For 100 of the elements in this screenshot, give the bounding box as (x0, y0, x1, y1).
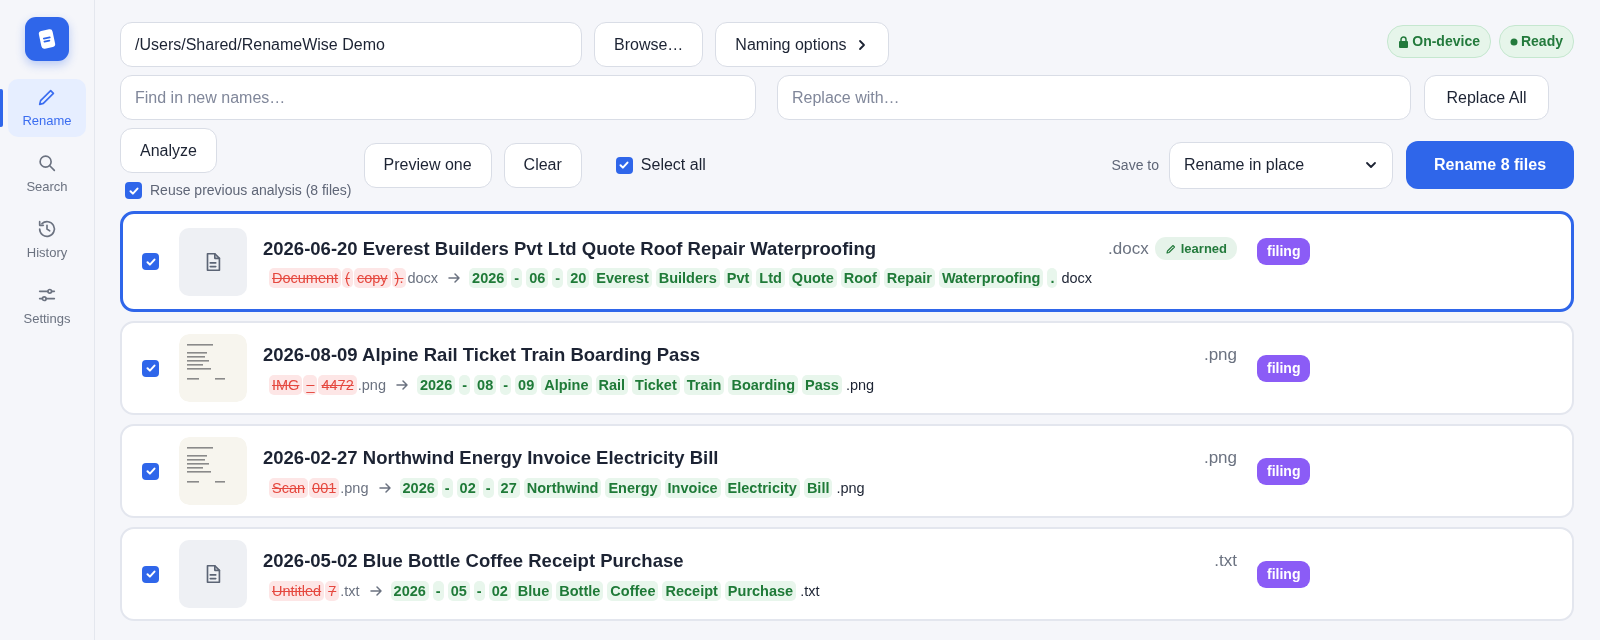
removed-token: Scan (269, 477, 309, 498)
sidebar-item[interactable]: Settings (8, 277, 86, 335)
find-field[interactable]: Find in new names… (120, 75, 756, 120)
category-tag: filing (1257, 354, 1311, 382)
file-title: 2026-02-27 Northwind Energy Invoice Electricity Bill (263, 446, 719, 471)
file-card[interactable]: 2026-08-09 Alpine Rail Ticket Train Boarding Pass .png IMG _ 4472 .png 2026 - 08 - 09 Alpine Rail Ticket Train Boarding Pass .png filing (120, 321, 1574, 415)
added-token: Repair (883, 268, 935, 289)
clear-button[interactable]: Clear (503, 142, 582, 188)
added-token: Pass (802, 374, 842, 395)
checkbox[interactable] (125, 182, 142, 199)
removed-token: ( (342, 268, 353, 289)
dot-icon (1509, 37, 1518, 46)
status-badge: Ready (1498, 25, 1574, 58)
added-token: Electricity (724, 477, 800, 498)
sidebar-item[interactable]: Search (8, 145, 86, 203)
added-token: Builders (655, 268, 720, 289)
path-field[interactable]: /Users/Shared/RenameWise Demo (120, 22, 582, 67)
sidebar-item[interactable]: History (8, 211, 86, 269)
category-tag: filing (1257, 560, 1311, 588)
removed-token: Document (269, 268, 342, 289)
file-extension: .txt (340, 581, 360, 601)
added-token: 27 (497, 477, 520, 498)
save-to-label: Save to (1111, 155, 1159, 175)
file-title: 2026-06-20 Everest Builders Pvt Ltd Quote Roof Repair Waterproofing (263, 236, 877, 261)
added-token: 2026 (390, 580, 429, 601)
browse-button[interactable]: Browse… (594, 22, 704, 67)
file-extension: .txt (1214, 550, 1237, 573)
preview-one-button[interactable]: Preview one (363, 142, 492, 188)
replace-all-button[interactable]: Replace All (1424, 75, 1549, 120)
removed-token: 7 (325, 580, 340, 601)
added-token: Bottle (556, 580, 604, 601)
file-card[interactable]: 2026-02-27 Northwind Energy Invoice Electricity Bill .png Scan 001 .png 2026 - 02 - 27 Northwind Energy Invoice Electricity Bill .png filing (120, 424, 1574, 518)
analyze-button[interactable]: Analyze (120, 128, 217, 173)
added-token: - (432, 580, 444, 601)
added-token: - (500, 374, 512, 395)
added-token: - (459, 374, 471, 395)
added-token: Receipt (662, 580, 721, 601)
arrow-icon (394, 377, 409, 392)
replace-field[interactable]: Replace with… (777, 75, 1411, 120)
file-extension: .png (845, 375, 875, 395)
added-token: Quote (788, 268, 837, 289)
check-icon (144, 465, 157, 477)
file-extension: docx (1061, 269, 1093, 289)
save-to-select[interactable]: Rename in place (1169, 141, 1393, 189)
file-extension: .txt (800, 581, 820, 601)
file-extension: .png (357, 375, 386, 395)
added-token: Ticket (632, 374, 680, 395)
added-token: Blue (514, 580, 553, 601)
file-extension: .png (1203, 447, 1237, 470)
added-token: - (482, 477, 494, 498)
lock-icon (1398, 35, 1410, 48)
added-token: 2026 (416, 374, 456, 395)
file-card[interactable]: 2026-05-02 Blue Bottle Coffee Receipt Purchase .txt Untitled 7 .txt 2026 - 05 - 02 Blue Bottle Coffee Receipt Purchase .txt filing (120, 527, 1574, 621)
removed-token: 4472 (318, 374, 357, 395)
checkbox[interactable] (615, 156, 633, 174)
added-token: Purchase (724, 580, 797, 601)
removed-token: _ (303, 374, 318, 395)
file-extension: docx (407, 269, 439, 289)
select-all-label: Select all (640, 155, 706, 175)
category-tag: filing (1257, 238, 1311, 265)
added-token: 09 (515, 374, 538, 395)
removed-token: 001 (309, 477, 340, 498)
removed-token: ). (391, 268, 407, 289)
file-card[interactable]: 2026-06-20 Everest Builders Pvt Ltd Quote Roof Repair Waterproofing .docx learned Document ( copy ). docx 2026 - 06 - 20 Everest Builders Pvt Ltd Quote Roof Repair Waterproofing . docx filing (120, 211, 1574, 312)
added-token: 05 (447, 580, 470, 601)
added-token: 02 (488, 580, 511, 601)
added-token: Roof (840, 268, 880, 289)
removed-token: Untitled (269, 580, 325, 601)
arrow-icon (447, 271, 462, 286)
rename-button[interactable]: Rename 8 files (1406, 141, 1574, 189)
arrow-icon (377, 480, 392, 495)
added-token: Energy (605, 477, 661, 498)
added-token: 20 (567, 268, 590, 289)
added-token: 02 (456, 477, 479, 498)
check-icon (618, 159, 631, 171)
file-extension: .png (1203, 344, 1237, 367)
added-token: Invoice (664, 477, 721, 498)
naming-options-button[interactable]: Naming options (715, 22, 889, 67)
added-token: - (511, 268, 523, 289)
checkbox[interactable] (142, 462, 159, 480)
removed-token: IMG (269, 374, 303, 395)
added-token: Waterproofing (938, 268, 1044, 289)
learned-badge: learned (1154, 236, 1237, 261)
category-tag: filing (1257, 457, 1311, 485)
arrow-icon (368, 583, 383, 598)
added-token: Ltd (756, 268, 785, 289)
file-title: 2026-08-09 Alpine Rail Ticket Train Boarding Pass (263, 343, 700, 368)
file-extension: .docx (1108, 237, 1149, 260)
added-token: 06 (526, 268, 549, 289)
file-title: 2026-05-02 Blue Bottle Coffee Receipt Purchase (263, 549, 684, 574)
checkbox[interactable] (142, 565, 159, 583)
added-token: . (1047, 268, 1058, 289)
added-token: Rail (595, 374, 629, 395)
added-token: - (552, 268, 564, 289)
added-token: Coffee (607, 580, 659, 601)
added-token: Alpine (541, 374, 592, 395)
status-badge: On-device (1387, 25, 1491, 58)
checkbox[interactable] (142, 359, 159, 377)
checkbox[interactable] (142, 253, 159, 270)
added-token: 2026 (469, 268, 508, 289)
